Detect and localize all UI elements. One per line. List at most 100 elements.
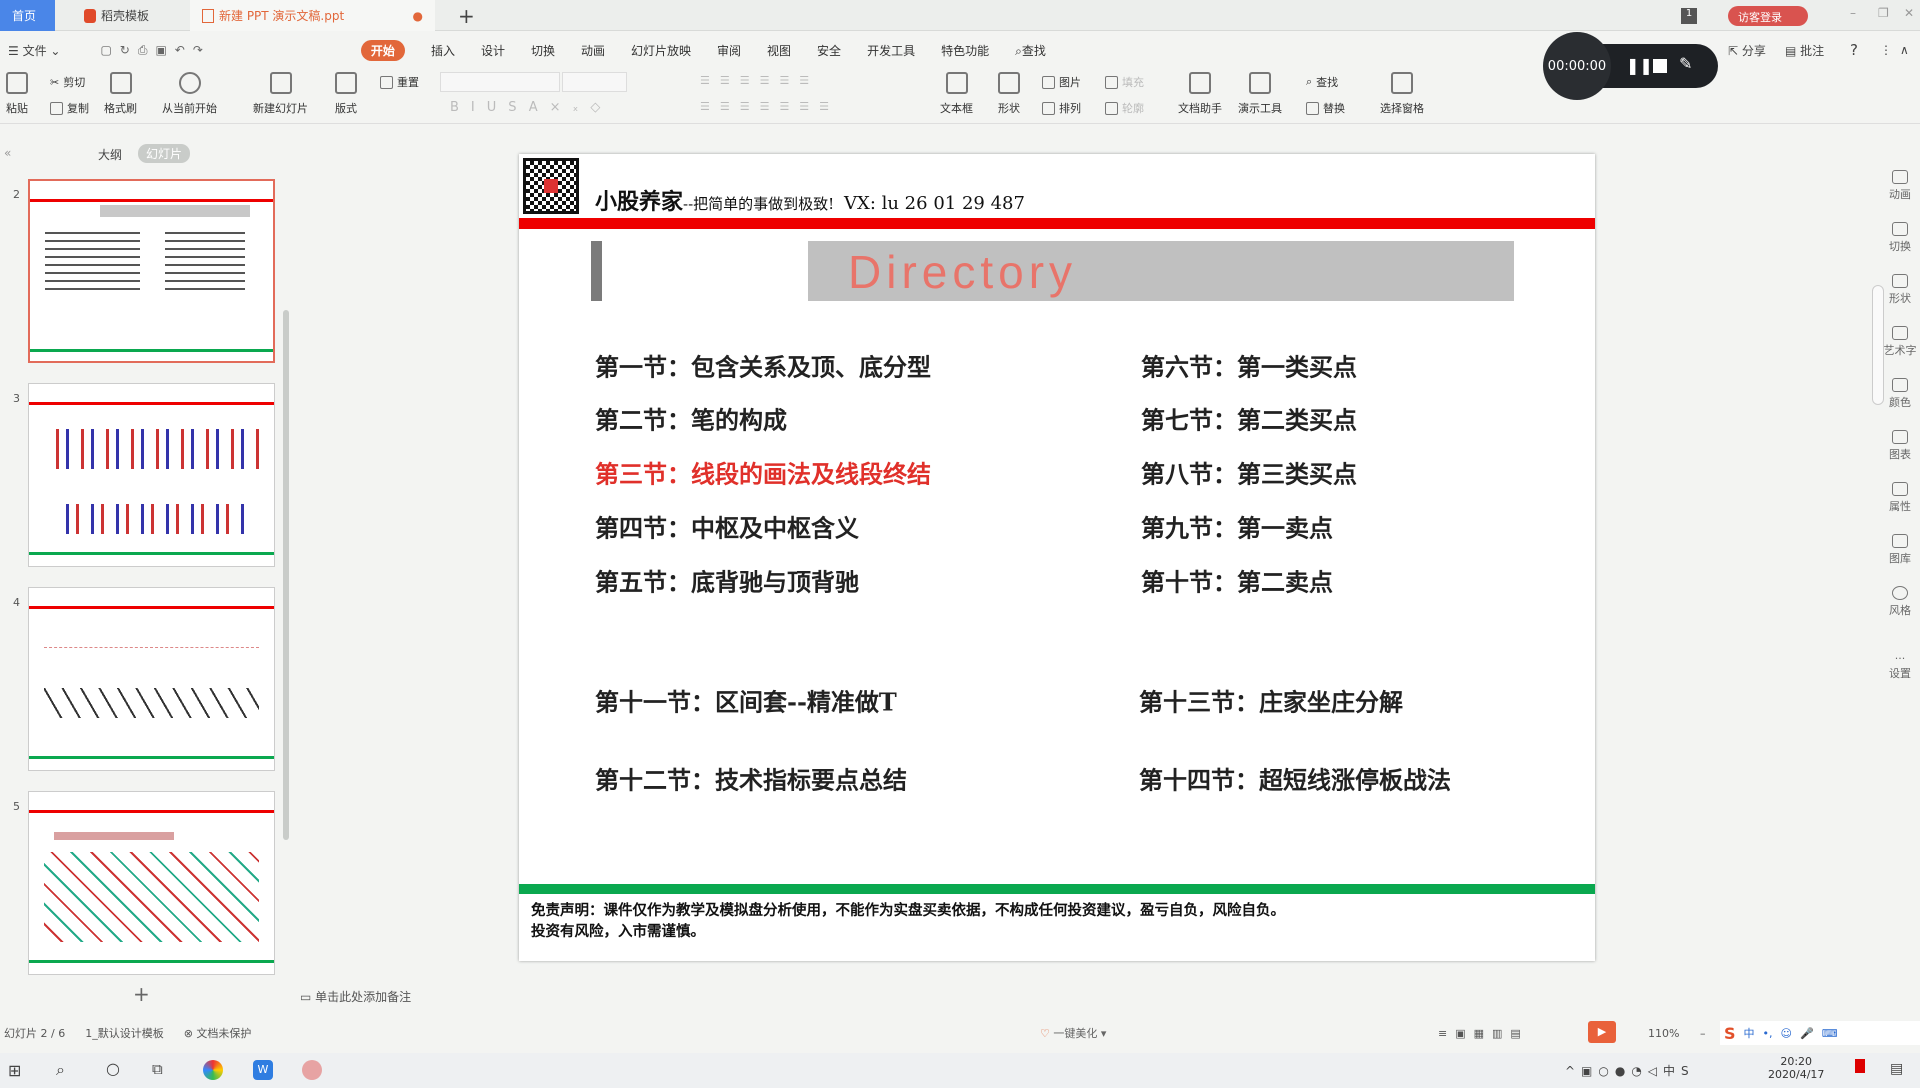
replace-button[interactable]: 替换: [1306, 100, 1345, 116]
align-buttons[interactable]: ☰☰☰☰☰☰☰: [700, 100, 839, 113]
tab-template[interactable]: 稻壳模板: [72, 0, 182, 31]
zoom-level[interactable]: 110%: [1648, 1027, 1679, 1040]
search-icon: ⌕: [1306, 75, 1313, 88]
search-button[interactable]: ⌕查找: [1015, 42, 1046, 59]
menu-review[interactable]: 审阅: [717, 42, 741, 59]
sidebar-style[interactable]: 风格: [1880, 586, 1920, 618]
tab-home[interactable]: 首页: [0, 0, 55, 31]
collapse-panel-icon[interactable]: «: [4, 146, 11, 160]
protect-status[interactable]: ⊗ 文档未保护: [184, 1025, 252, 1041]
wps-presentation-icon[interactable]: [302, 1060, 322, 1080]
clock[interactable]: 20:20 2020/4/17: [1768, 1055, 1824, 1081]
sidebar-chart[interactable]: 图表: [1880, 430, 1920, 462]
sidebar-properties[interactable]: 属性: [1880, 482, 1920, 514]
close-button[interactable]: ✕: [1904, 6, 1914, 20]
reset-icon: [380, 75, 393, 89]
font-format-buttons[interactable]: BIUSA×ₓ◇: [450, 100, 612, 115]
view-buttons[interactable]: ≡▣▦▥▤: [1438, 1027, 1529, 1040]
collapse-ribbon-icon[interactable]: ∧: [1900, 43, 1909, 57]
picture-button[interactable]: 图片: [1042, 74, 1081, 90]
sidebar-gallery[interactable]: 图库: [1880, 534, 1920, 566]
add-slide-button[interactable]: +: [133, 982, 150, 1006]
paragraph-buttons[interactable]: ☰☰☰☰☰☰: [700, 74, 819, 87]
vertical-scrollbar[interactable]: [1872, 145, 1884, 965]
toc-item: 第一节：包含关系及顶、底分型: [595, 352, 931, 382]
sidebar-wordart[interactable]: 艺术字: [1880, 326, 1920, 358]
notes-area[interactable]: ▭ 单击此处添加备注: [300, 988, 411, 1005]
sidebar-transition[interactable]: 切换: [1880, 222, 1920, 254]
sliders-icon: [1892, 482, 1908, 496]
cortana-icon[interactable]: ○: [106, 1059, 120, 1078]
beautify-button[interactable]: ♡ 一键美化 ▾: [1040, 1025, 1106, 1041]
more-icon[interactable]: ⋮: [1880, 43, 1892, 57]
ime-toolbar[interactable]: S 中 •, ☺ 🎤 ⌨: [1720, 1021, 1920, 1045]
slide-thumbnail-5[interactable]: [28, 791, 275, 975]
login-button[interactable]: 访客登录: [1728, 6, 1808, 26]
wps-writer-icon[interactable]: W: [253, 1060, 273, 1080]
tab-outline[interactable]: 大纲: [98, 146, 122, 163]
present-tools-button[interactable]: 演示工具: [1238, 72, 1282, 116]
find-button[interactable]: ⌕ 查找: [1306, 74, 1338, 90]
new-tab-button[interactable]: +: [446, 0, 487, 31]
chrome-icon[interactable]: [203, 1060, 223, 1080]
toc-item: 第十二节：技术指标要点总结: [595, 765, 907, 795]
slide-thumbnail-3[interactable]: [28, 383, 275, 567]
menu-design[interactable]: 设计: [481, 42, 505, 59]
sidebar-settings[interactable]: ··· 设置: [1880, 652, 1920, 681]
layout-button[interactable]: 版式: [335, 72, 357, 116]
disclaimer-line: 免责声明：课件仅作为教学及模拟盘分析使用，不能作为实盘买卖依据，不构成任何投资建…: [531, 902, 1285, 919]
new-slide-button[interactable]: 新建幻灯片: [253, 72, 308, 116]
reset-button[interactable]: 重置: [380, 74, 419, 90]
format-painter-button[interactable]: 格式刷: [104, 72, 137, 116]
animation-icon: [1892, 170, 1908, 184]
textbox-button[interactable]: 文本框: [940, 72, 973, 116]
tab-document[interactable]: 新建 PPT 演示文稿.ppt ●: [190, 0, 435, 31]
sidebar-animation[interactable]: 动画: [1880, 170, 1920, 202]
slide-canvas[interactable]: 小股养家--把简单的事做到极致! VX: lu 26 01 29 487 Dir…: [519, 154, 1595, 961]
font-size-select[interactable]: [562, 72, 627, 92]
doc-assistant-button[interactable]: 文档助手: [1178, 72, 1222, 116]
comment-button[interactable]: ▤ 批注: [1785, 42, 1824, 59]
sidebar-shape[interactable]: 形状: [1880, 274, 1920, 306]
file-menu[interactable]: ☰ 文件 ⌄: [8, 42, 60, 59]
quick-access-icons[interactable]: ▢↻⎙▣↶↷: [100, 43, 210, 58]
paste-button[interactable]: 粘贴: [6, 72, 28, 116]
sidebar-color[interactable]: 颜色: [1880, 378, 1920, 410]
cut-button[interactable]: ✂ 剪切: [50, 74, 85, 90]
help-button[interactable]: ?: [1850, 41, 1858, 59]
slide-thumbnail-2[interactable]: [28, 179, 275, 363]
menu-security[interactable]: 安全: [817, 42, 841, 59]
menu-insert[interactable]: 插入: [431, 42, 455, 59]
task-view-icon[interactable]: ⧉: [152, 1060, 163, 1078]
tab-slides[interactable]: 幻灯片: [138, 144, 191, 163]
windows-start-icon[interactable]: ⊞: [8, 1061, 21, 1080]
thumbnail-scrollbar[interactable]: [283, 310, 289, 840]
arrange-button[interactable]: 排列: [1042, 100, 1081, 116]
shape-button[interactable]: 形状: [998, 72, 1020, 116]
minimize-button[interactable]: –: [1850, 6, 1856, 20]
select-pane-button[interactable]: 选择窗格: [1380, 72, 1424, 116]
play-slideshow-button[interactable]: ▶: [1588, 1021, 1616, 1043]
badge-count[interactable]: 1: [1681, 8, 1697, 24]
slide-thumbnail-4[interactable]: [28, 587, 275, 771]
menu-animation[interactable]: 动画: [581, 42, 605, 59]
menu-developer[interactable]: 开发工具: [867, 42, 915, 59]
search-icon[interactable]: ⌕: [56, 1060, 65, 1080]
menu-slideshow[interactable]: 幻灯片放映: [631, 42, 691, 59]
from-current-button[interactable]: 从当前开始: [162, 72, 217, 116]
menu-features[interactable]: 特色功能: [941, 42, 989, 59]
copy-button[interactable]: 复制: [50, 100, 89, 116]
close-tab-icon[interactable]: ●: [413, 9, 423, 23]
menu-transition[interactable]: 切换: [531, 42, 555, 59]
font-name-select[interactable]: [440, 72, 560, 92]
fill-button[interactable]: 填充: [1105, 74, 1144, 90]
menu-start[interactable]: 开始: [360, 39, 405, 61]
maximize-button[interactable]: ❐: [1878, 6, 1889, 20]
menu-view[interactable]: 视图: [767, 42, 791, 59]
action-center-icon[interactable]: ▤: [1890, 1061, 1903, 1077]
zoom-out-button[interactable]: –: [1700, 1027, 1706, 1040]
share-button[interactable]: ⇱ 分享: [1728, 42, 1766, 59]
outline-button[interactable]: 轮廓: [1105, 100, 1144, 116]
theme-name[interactable]: 1_默认设计模板: [85, 1025, 164, 1041]
system-tray[interactable]: ^▣○●◔◁中S: [1565, 1062, 1695, 1079]
